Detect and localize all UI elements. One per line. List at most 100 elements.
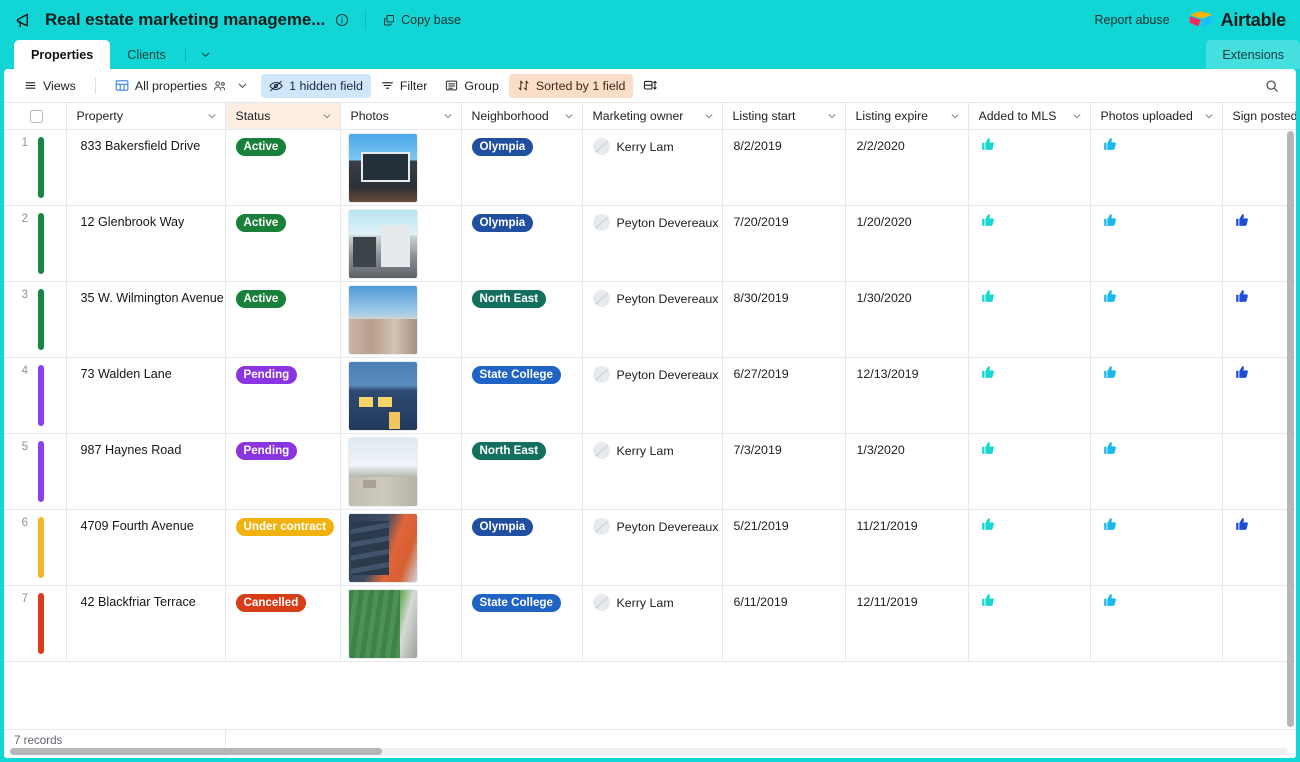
cell-status[interactable]: Cancelled — [225, 585, 341, 662]
photos-uploaded-rating[interactable] — [1091, 282, 1222, 305]
vertical-scrollbar[interactable] — [1287, 131, 1294, 727]
cell-photos-uploaded[interactable] — [1090, 129, 1223, 206]
horizontal-scrollbar[interactable] — [10, 748, 1288, 755]
property-photo-thumbnail[interactable] — [347, 437, 418, 507]
cell-status[interactable]: Active — [225, 205, 341, 282]
tab-list-caret[interactable] — [188, 40, 223, 69]
column-header-photos-uploaded[interactable]: Photos uploaded — [1090, 103, 1223, 130]
row-handle-cell[interactable]: 5 — [4, 433, 67, 510]
table-row[interactable]: 5 987 Haynes Road Pending North East Kerry L… — [4, 433, 1296, 510]
column-menu-caret[interactable] — [564, 111, 574, 121]
cell-photos[interactable] — [340, 281, 462, 358]
row-handle-cell[interactable]: 4 — [4, 357, 67, 434]
cell-status[interactable]: Pending — [225, 357, 341, 434]
cell-photos[interactable] — [340, 205, 462, 282]
property-photo-thumbnail[interactable] — [347, 209, 418, 279]
column-menu-caret[interactable] — [1204, 111, 1214, 121]
cell-neighborhood[interactable]: State College — [461, 357, 583, 434]
cell-photos-uploaded[interactable] — [1090, 509, 1223, 586]
added-to-mls-rating[interactable] — [969, 282, 1090, 305]
cell-marketing-owner[interactable]: Kerry Lam — [582, 129, 723, 206]
cell-listing-expire[interactable]: 2/2/2020 — [845, 129, 969, 206]
cell-sign-posted[interactable] — [1222, 433, 1296, 510]
cell-marketing-owner[interactable]: Kerry Lam — [582, 433, 723, 510]
cell-neighborhood[interactable]: Olympia — [461, 205, 583, 282]
column-header-listing-expire[interactable]: Listing expire — [845, 103, 969, 130]
added-to-mls-rating[interactable] — [969, 130, 1090, 153]
cell-listing-expire[interactable]: 11/21/2019 — [845, 509, 969, 586]
photos-uploaded-rating[interactable] — [1091, 130, 1222, 153]
sign-posted-rating[interactable] — [1223, 282, 1297, 305]
sign-posted-rating[interactable] — [1223, 586, 1297, 593]
cell-photos-uploaded[interactable] — [1090, 205, 1223, 282]
cell-listing-start[interactable]: 8/2/2019 — [722, 129, 846, 206]
column-menu-caret[interactable] — [950, 111, 960, 121]
added-to-mls-rating[interactable] — [969, 510, 1090, 533]
photos-uploaded-rating[interactable] — [1091, 510, 1222, 533]
cell-status[interactable]: Pending — [225, 433, 341, 510]
sign-posted-rating[interactable] — [1223, 206, 1297, 229]
column-menu-caret[interactable] — [1072, 111, 1082, 121]
cell-listing-start[interactable]: 6/11/2019 — [722, 585, 846, 662]
added-to-mls-rating[interactable] — [969, 434, 1090, 457]
property-photo-thumbnail[interactable] — [347, 589, 418, 659]
cell-property[interactable]: 73 Walden Lane — [66, 357, 226, 434]
cell-property[interactable]: 4709 Fourth Avenue — [66, 509, 226, 586]
table-row[interactable]: 1 833 Bakersfield Drive Active Olympia Kerry… — [4, 129, 1297, 206]
row-handle-cell[interactable]: 2 — [4, 205, 67, 282]
report-abuse-link[interactable]: Report abuse — [1095, 13, 1170, 27]
cell-neighborhood[interactable]: Olympia — [461, 129, 583, 206]
cell-photos[interactable] — [340, 129, 462, 206]
column-menu-caret[interactable] — [827, 111, 837, 121]
column-header-status[interactable]: Status — [225, 103, 341, 130]
cell-added-to-mls[interactable] — [968, 357, 1091, 434]
cell-sign-posted[interactable] — [1222, 509, 1296, 586]
cell-property[interactable]: 12 Glenbrook Way — [66, 205, 226, 282]
photos-uploaded-rating[interactable] — [1091, 586, 1222, 609]
cell-property[interactable]: 833 Bakersfield Drive — [66, 129, 226, 206]
hidden-fields-button[interactable]: 1 hidden field — [261, 73, 371, 98]
cell-photos-uploaded[interactable] — [1090, 585, 1223, 662]
cell-photos[interactable] — [340, 585, 462, 662]
cell-neighborhood[interactable]: State College — [461, 585, 583, 662]
added-to-mls-rating[interactable] — [969, 358, 1090, 381]
column-header-neighborhood[interactable]: Neighborhood — [461, 103, 583, 130]
table-row[interactable]: 7 42 Blackfriar Terrace Cancelled State Col… — [4, 585, 1297, 662]
cell-property[interactable]: 35 W. Wilmington Avenue — [66, 281, 226, 358]
column-menu-caret[interactable] — [704, 111, 714, 121]
vertical-scrollbar-thumb[interactable] — [1287, 131, 1294, 727]
airtable-logo[interactable]: Airtable — [1188, 10, 1286, 31]
cell-added-to-mls[interactable] — [968, 509, 1091, 586]
cell-added-to-mls[interactable] — [968, 205, 1091, 282]
photos-uploaded-rating[interactable] — [1091, 358, 1222, 381]
added-to-mls-rating[interactable] — [969, 206, 1090, 229]
tab-properties[interactable]: Properties — [14, 40, 111, 69]
column-header-marketing-owner[interactable]: Marketing owner — [582, 103, 723, 130]
sign-posted-rating[interactable] — [1223, 358, 1297, 381]
column-header-property[interactable]: Property — [66, 103, 226, 130]
cell-sign-posted[interactable] — [1222, 357, 1297, 434]
cell-sign-posted[interactable] — [1222, 281, 1297, 358]
property-photo-thumbnail[interactable] — [347, 513, 418, 583]
row-handle-cell[interactable]: 7 — [4, 585, 67, 662]
cell-marketing-owner[interactable]: Kerry Lam — [582, 585, 723, 662]
row-height-button[interactable] — [635, 74, 665, 98]
cell-listing-start[interactable]: 6/27/2019 — [722, 357, 846, 434]
cell-neighborhood[interactable]: Olympia — [461, 509, 583, 586]
table-row[interactable]: 2 12 Glenbrook Way Active Olympia Peyton Dev… — [4, 205, 1297, 282]
column-header-listing-start[interactable]: Listing start — [722, 103, 846, 130]
property-photo-thumbnail[interactable] — [347, 133, 418, 203]
cell-status[interactable]: Active — [225, 129, 341, 206]
column-header-added-to-mls[interactable]: Added to MLS — [968, 103, 1091, 130]
views-button[interactable]: Views — [16, 74, 84, 98]
added-to-mls-rating[interactable] — [969, 586, 1090, 609]
sign-posted-rating[interactable] — [1223, 130, 1297, 137]
filter-button[interactable]: Filter — [373, 74, 436, 98]
cell-photos[interactable] — [340, 433, 462, 510]
column-header-photos[interactable]: Photos — [340, 103, 462, 130]
cell-property[interactable]: 42 Blackfriar Terrace — [66, 585, 226, 662]
cell-listing-start[interactable]: 8/30/2019 — [722, 281, 846, 358]
cell-added-to-mls[interactable] — [968, 585, 1091, 662]
column-header-sign-posted[interactable]: Sign posted — [1222, 103, 1296, 130]
cell-photos[interactable] — [340, 509, 462, 586]
